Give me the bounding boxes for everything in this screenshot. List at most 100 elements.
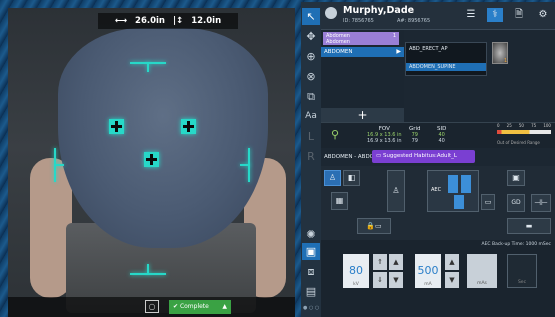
kv-value-box[interactable]: 80 kV (343, 254, 369, 288)
complete-button[interactable]: ✔ Complete ▲ (169, 300, 231, 314)
aec-chamber-center[interactable] (144, 152, 159, 167)
kv-step-up-button[interactable]: ▲ (389, 254, 403, 270)
kv-value: 80 (349, 264, 363, 277)
zoom-icon[interactable]: ⊕ (302, 48, 320, 65)
tool-bar: ↖ ✥ ⊕ ⊗ ⧉ Aa L R ✺ ▣ ⧈ ▤ (301, 2, 321, 317)
patient-torso (58, 28, 268, 248)
habitus-row: ABDOMEN - ABDOM ▭ Suggested Habitus:Adul… (321, 150, 555, 164)
body-size-button[interactable]: ♙ (387, 170, 405, 212)
r-marker-icon[interactable]: R (302, 148, 320, 165)
habitus-icon: ▭ (376, 153, 383, 159)
technique-panel: AEC Back-up Time: 1000 mSec 80 kV ⇑ ▲ ⇓ … (321, 240, 555, 317)
thumbnail-count: 1 (504, 58, 508, 64)
sun-icon[interactable]: ✺ (302, 226, 320, 243)
monitor-button[interactable]: ▣ (507, 170, 525, 186)
kv-fast-step-down-button[interactable]: ⇓ (373, 272, 387, 288)
gauge-tick: 100 (543, 123, 551, 128)
dose-gauge: 0 25 50 75 100 (497, 123, 551, 137)
aec-backup-time: AEC Back-up Time: 1000 mSec (481, 242, 551, 247)
exposure-params: ⚲ FOV 16.9 x 13.6 in 16.9 x 13.6 in Grid… (321, 122, 555, 148)
text-icon[interactable]: Aa (302, 108, 320, 125)
lock-button[interactable]: 🔒▭ (357, 218, 391, 234)
focus-button[interactable]: ⊣⊢ (531, 194, 551, 212)
gauge-tick: 50 (518, 123, 524, 128)
ma-value: 500 (417, 264, 439, 277)
sec-box[interactable]: Sec (507, 254, 537, 288)
grid-select-button[interactable]: ▦ (331, 192, 348, 210)
fov-value-2: 16.9 x 13.6 in (367, 138, 402, 144)
height-arrows-icon: |↕ (172, 16, 184, 26)
video-icon[interactable]: ▣ (302, 243, 320, 260)
copy-icon[interactable]: ⧉ (302, 88, 320, 105)
habitus-procedure: ABDOMEN - ABDOM (324, 154, 379, 160)
aec-cell-left[interactable] (448, 175, 458, 193)
exam-icon[interactable]: ⚕ (487, 8, 503, 22)
ma-step-up-button[interactable]: ▲ (445, 254, 459, 270)
gauge-tick: 75 (531, 123, 537, 128)
page-dots: ● ○ ○ (303, 305, 320, 311)
positioning-controls: ♙ ◧ ▦ ♙ 🔒▭ AEC ▭ ▣ GD ⊣⊢ ▬ (321, 166, 555, 240)
grid-value-2: 79 (411, 138, 418, 144)
procedure-count: 1 (392, 33, 396, 39)
chevron-up-icon: ▲ (222, 303, 227, 310)
image-processing-button[interactable]: ▭ (481, 194, 495, 210)
add-procedure-button[interactable]: + (321, 108, 404, 122)
procedure-item-label: ABDOMEN (324, 49, 353, 55)
kv-unit: kV (353, 282, 359, 287)
accession-number: A#: 8956765 (397, 18, 431, 24)
list-icon[interactable]: ☰ (463, 8, 479, 22)
suggested-habitus[interactable]: ▭ Suggested Habitus:Adult_L (372, 150, 475, 163)
sid-value-2: 40 (438, 138, 445, 144)
sid-button[interactable]: GD (507, 194, 525, 212)
move-icon[interactable]: ✥ (302, 28, 320, 45)
aec-chamber-right[interactable] (181, 119, 196, 134)
camera-refresh-button[interactable]: ○ (145, 300, 159, 313)
width-readout: 26.0in (135, 16, 165, 26)
procedure-selected[interactable]: Abdomen Abdomen 1 (323, 32, 399, 45)
complete-label: Complete (179, 303, 209, 310)
patient-id: ID: 7856765 (343, 18, 374, 24)
settings-icon[interactable]: ⚙ (535, 8, 551, 22)
grid-param: Grid 79 79 (409, 126, 421, 144)
app-root: ⟷ 26.0in |↕ 12.0in ○ ↖ ✥ ⊕ ⊗ ⧉ Aa L R ✺ … (0, 0, 555, 317)
ma-step-down-button[interactable]: ▼ (445, 272, 459, 288)
kv-step-down-button[interactable]: ▼ (389, 272, 403, 288)
sec-unit: Sec (517, 280, 527, 285)
zoom-alt-icon[interactable]: ⊗ (302, 68, 320, 85)
view-item[interactable]: ABD_ERECT_AP (409, 46, 447, 52)
ma-value-box[interactable]: 500 mA (415, 254, 441, 288)
aec-chamber-left[interactable] (109, 119, 124, 134)
display-icon[interactable]: ⧈ (302, 263, 320, 280)
camera-view[interactable]: ⟷ 26.0in |↕ 12.0in ○ (8, 8, 295, 317)
screen-icon[interactable]: ▤ (302, 283, 320, 300)
aec-selector[interactable]: AEC (427, 170, 479, 212)
check-icon: ✔ (173, 303, 180, 310)
width-arrows-icon: ⟷ (114, 16, 128, 26)
collimator-top-stem (147, 62, 149, 72)
camera-bottom-bar: ○ (8, 297, 295, 317)
chevron-right-icon: ▶ (396, 48, 401, 55)
l-marker-icon[interactable]: L (302, 128, 320, 145)
mas-unit: mAs (477, 281, 487, 286)
procedure-item[interactable]: ABDOMEN ▶ (321, 47, 404, 57)
gauge-bar (497, 130, 551, 134)
collimator-left-stem (54, 164, 64, 166)
review-icon[interactable]: 🗎 (511, 8, 527, 22)
kv-fast-step-button[interactable]: ⇑ (373, 254, 387, 270)
height-readout: 12.0in (191, 16, 222, 26)
aec-cell-right[interactable] (461, 175, 471, 193)
size-readout: ⟷ 26.0in |↕ 12.0in (98, 13, 238, 29)
patient-position-button[interactable]: ♙ (324, 170, 341, 186)
fov-param: FOV 16.9 x 13.6 in 16.9 x 13.6 in (367, 126, 402, 144)
view-item-selected[interactable]: ABDOMEN_SUPINE (406, 63, 486, 71)
aec-cell-center[interactable] (454, 195, 464, 209)
pointer-icon[interactable]: ↖ (302, 8, 320, 25)
ma-unit: mA (424, 282, 432, 287)
exam-panel: Murphy,Dade ID: 7856765 A#: 8956765 ☰ ⚕ … (321, 2, 555, 317)
mas-box[interactable]: mAs (467, 254, 497, 288)
aec-label: AEC (431, 187, 442, 193)
collimator-light-button[interactable]: ▬ (507, 218, 551, 234)
detector-position-button[interactable]: ◧ (343, 170, 360, 186)
patient-avatar-icon (325, 7, 337, 19)
gauge-tick: 0 (497, 123, 500, 128)
